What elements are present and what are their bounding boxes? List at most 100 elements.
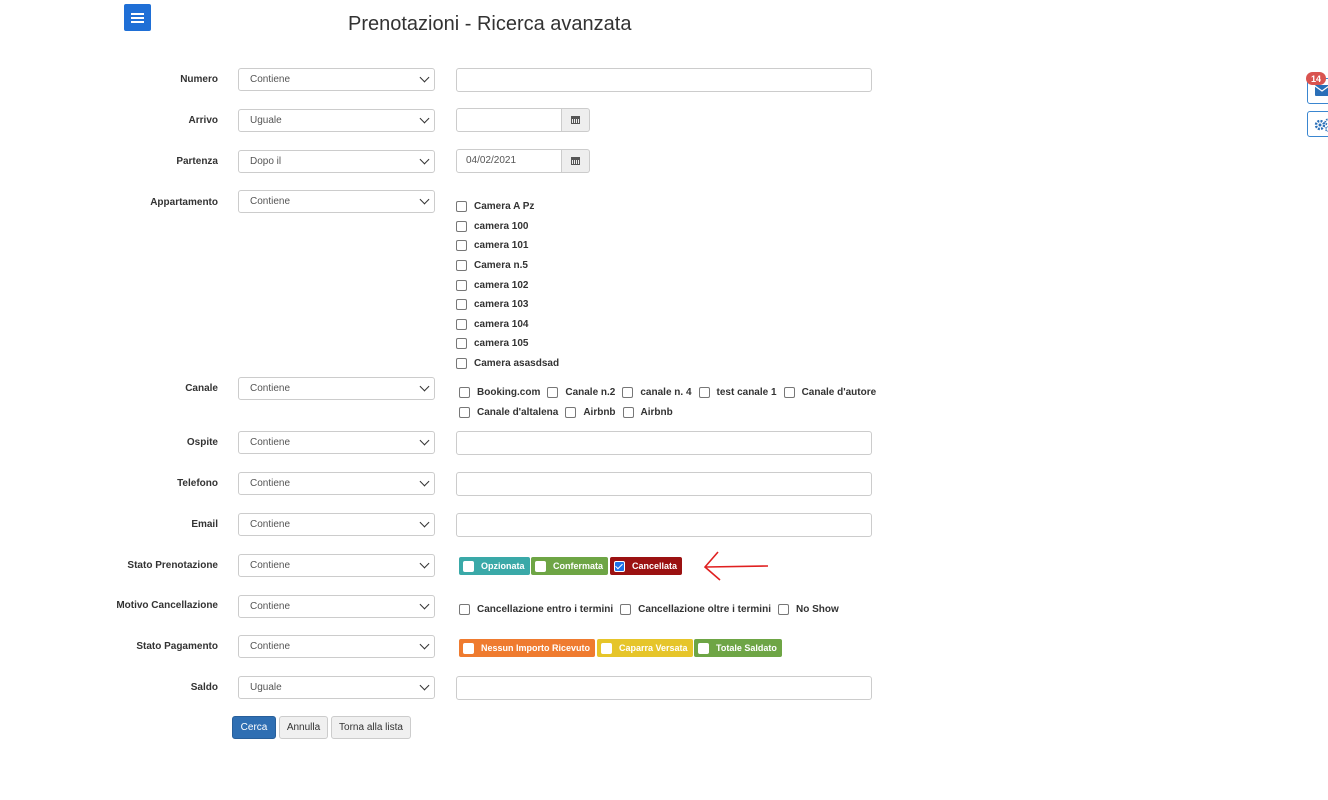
appartamento-option[interactable]: Camera A Pz — [456, 197, 559, 217]
checkbox[interactable] — [622, 387, 634, 398]
chevron-down-icon — [419, 558, 430, 569]
ospite-input[interactable] — [456, 431, 872, 455]
telefono-operator-select[interactable]: Contiene — [238, 472, 435, 495]
checkbox[interactable] — [456, 299, 467, 311]
stato-pagamento-operator-select[interactable]: Contiene — [238, 635, 435, 658]
checkbox[interactable] — [456, 201, 467, 213]
checkbox[interactable] — [459, 604, 470, 615]
canale-option[interactable]: test canale 1 — [698, 387, 777, 398]
appartamento-option[interactable]: camera 103 — [456, 295, 559, 315]
canale-option[interactable]: Canale d'altalena — [459, 407, 558, 418]
checkbox[interactable] — [456, 240, 467, 252]
stato-prenotazione-label: Stato Prenotazione — [127, 560, 218, 571]
checkbox[interactable] — [463, 560, 474, 572]
checkbox[interactable] — [459, 387, 470, 398]
option-label: canale n. 4 — [640, 387, 692, 398]
canale-option[interactable]: Airbnb — [622, 407, 673, 418]
appartamento-option[interactable]: camera 104 — [456, 315, 559, 335]
motivo-option[interactable]: Cancellazione entro i termini — [459, 604, 613, 615]
arrivo-operator-select[interactable]: Uguale — [238, 109, 435, 132]
checkbox-checked[interactable] — [614, 560, 625, 572]
option-label: Booking.com — [477, 387, 541, 398]
menu-button[interactable] — [124, 4, 151, 31]
option-label: Camera A Pz — [474, 201, 535, 213]
ospite-operator-select[interactable]: Contiene — [238, 431, 435, 454]
saldo-input[interactable] — [456, 676, 872, 700]
saldo-operator-select[interactable]: Uguale — [238, 676, 435, 699]
motivo-cancellazione-operator-select[interactable]: Contiene — [238, 595, 435, 618]
checkbox[interactable] — [535, 560, 546, 572]
motivo-option[interactable]: No Show — [777, 604, 839, 615]
partenza-date-input[interactable]: 04/02/2021 — [456, 149, 562, 173]
select-value: Contiene — [250, 74, 291, 85]
checkbox[interactable] — [777, 604, 789, 615]
stato-prenotazione-operator-select[interactable]: Contiene — [238, 554, 435, 577]
checkbox[interactable] — [565, 407, 577, 418]
calendar-icon — [571, 116, 580, 124]
badge-label: Cancellata — [632, 561, 678, 571]
checkbox[interactable] — [456, 260, 467, 272]
badge-caparra-versata[interactable]: Caparra Versata — [597, 639, 693, 657]
chevron-down-icon — [419, 381, 430, 392]
appartamento-option[interactable]: camera 100 — [456, 217, 559, 237]
canale-options-row-1: Booking.com Canale n.2 canale n. 4 test … — [459, 387, 883, 398]
email-input[interactable] — [456, 513, 872, 537]
canale-operator-select[interactable]: Contiene — [238, 377, 435, 400]
badge-cancellata[interactable]: Cancellata — [610, 557, 683, 575]
checkbox[interactable] — [463, 642, 474, 654]
arrivo-calendar-button[interactable] — [562, 108, 590, 132]
appartamento-option[interactable]: Camera n.5 — [456, 256, 559, 276]
canale-label: Canale — [185, 383, 218, 394]
checkbox[interactable] — [698, 387, 710, 398]
canale-option[interactable]: Canale d'autore — [783, 387, 876, 398]
annotation-arrow-icon — [703, 551, 769, 581]
select-value: Contiene — [250, 601, 291, 612]
numero-operator-select[interactable]: Contiene — [238, 68, 435, 91]
appartamento-option[interactable]: camera 101 — [456, 236, 559, 256]
cerca-button[interactable]: Cerca — [232, 716, 276, 739]
numero-input[interactable] — [456, 68, 872, 92]
badge-totale-saldato[interactable]: Totale Saldato — [694, 639, 782, 657]
checkbox[interactable] — [698, 642, 709, 654]
partenza-operator-select[interactable]: Dopo il — [238, 150, 435, 173]
annulla-button[interactable]: Annulla — [279, 716, 328, 739]
email-operator-select[interactable]: Contiene — [238, 513, 435, 536]
checkbox[interactable] — [622, 407, 634, 418]
badge-opzionata[interactable]: Opzionata — [459, 557, 530, 575]
checkbox[interactable] — [783, 387, 795, 398]
checkbox[interactable] — [456, 338, 467, 350]
canale-option[interactable]: Booking.com — [459, 387, 540, 398]
checkbox[interactable] — [456, 220, 467, 232]
checkbox[interactable] — [547, 387, 559, 398]
checkbox[interactable] — [459, 407, 470, 418]
checkbox[interactable] — [620, 604, 632, 615]
appartamento-operator-select[interactable]: Contiene — [238, 190, 435, 213]
badge-confermata[interactable]: Confermata — [531, 557, 609, 575]
hamburger-icon — [131, 13, 144, 15]
checkbox[interactable] — [456, 358, 467, 370]
motivo-option[interactable]: Cancellazione oltre i termini — [620, 604, 771, 615]
checkbox[interactable] — [456, 318, 467, 330]
appartamento-option[interactable]: Camera asasdsad — [456, 354, 559, 374]
select-value: Dopo il — [250, 156, 282, 167]
partenza-calendar-button[interactable] — [562, 149, 590, 173]
saldo-label: Saldo — [190, 682, 218, 693]
envelope-icon — [1315, 85, 1328, 96]
appartamento-option[interactable]: camera 102 — [456, 275, 559, 295]
canale-option[interactable]: Canale n.2 — [547, 387, 615, 398]
telefono-input[interactable] — [456, 472, 872, 496]
appartamento-option[interactable]: camera 105 — [456, 334, 559, 354]
canale-option[interactable]: Airbnb — [565, 407, 616, 418]
chevron-down-icon — [419, 72, 430, 83]
arrivo-date-input[interactable] — [456, 108, 562, 132]
badge-nessun-importo-ricevuto[interactable]: Nessun Importo Ricevuto — [459, 639, 596, 657]
torna-alla-lista-button[interactable]: Torna alla lista — [331, 716, 411, 739]
settings-button[interactable] — [1307, 111, 1328, 137]
checkbox[interactable] — [601, 642, 612, 654]
canale-option[interactable]: canale n. 4 — [622, 387, 692, 398]
option-label: Airbnb — [640, 407, 673, 418]
chevron-down-icon — [419, 194, 430, 205]
option-label: camera 104 — [474, 318, 529, 330]
checkbox[interactable] — [456, 279, 467, 291]
motivo-cancellazione-label: Motivo Cancellazione — [116, 600, 218, 611]
